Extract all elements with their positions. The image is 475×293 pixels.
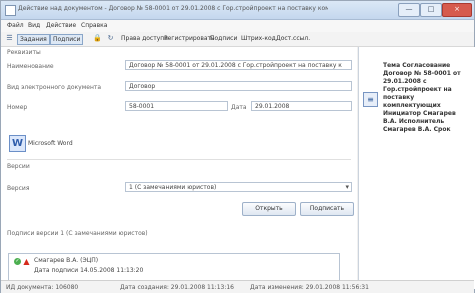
menu-help[interactable]: Справка [81, 22, 107, 29]
doc-type-field[interactable]: Договор [125, 81, 352, 91]
refresh-icon[interactable]: ↻ [106, 34, 115, 43]
check-icon: ✓ [14, 258, 21, 265]
sign-button[interactable]: Подписать [300, 202, 354, 216]
menu-file[interactable]: Файл [7, 22, 24, 29]
menu-icon[interactable]: ☰ [5, 34, 14, 43]
menu-view[interactable]: Вид [28, 22, 40, 29]
open-button[interactable]: Открыть [242, 202, 296, 216]
task-icon: ≡ [363, 92, 378, 107]
lock-icon[interactable]: 🔒 [93, 34, 102, 43]
window-title: Действие над документом - Договор № 58-0… [18, 5, 328, 12]
sign-button-toolbar[interactable]: Подписи [208, 34, 239, 43]
version-value: 1 (С замечаниями юристов) [129, 184, 217, 191]
status-bar: ИД документа: 106080 Дата создания: 29.0… [1, 280, 474, 293]
details-title: Реквизиты [7, 49, 41, 56]
document-form: Реквизиты Наименование Договор № 58-0001… [1, 47, 357, 289]
title-bar: Действие над документом - Договор № 58-0… [1, 1, 474, 20]
date-value: 29.01.2008 [255, 103, 290, 110]
name-field[interactable]: Договор № 58-0001 от 29.01.2008 с Гор.ст… [125, 60, 352, 70]
minimize-button[interactable]: — [398, 3, 420, 17]
doc-type-label: Вид электронного документа [7, 84, 102, 91]
signature-date: Дата подписи 14.05.2008 11:13:20 [34, 267, 144, 274]
chevron-down-icon[interactable]: ▾ [345, 183, 349, 191]
date-label: Дата [231, 104, 247, 111]
send-link-button[interactable]: Дост.ссыл. [274, 34, 312, 43]
doc-type-value: Договор [129, 83, 156, 90]
modified-date: Дата изменения: 29.01.2008 11:56:31 [250, 284, 369, 291]
name-value: Договор № 58-0001 от 29.01.2008 с Гор.ст… [129, 62, 342, 69]
number-label: Номер [7, 104, 28, 111]
barcode-button[interactable]: Штрих-код [239, 34, 278, 43]
name-label: Наименование [7, 63, 54, 70]
attachments-tab[interactable]: Задания [17, 34, 50, 45]
document-window: Действие над документом - Договор № 58-0… [0, 0, 475, 293]
menu-bar: Файл Вид Действие Справка [1, 20, 474, 32]
number-field[interactable]: 58-0001 [125, 101, 228, 111]
menu-action[interactable]: Действие [46, 22, 76, 29]
created-date: Дата создания: 29.01.2008 11:13:16 [120, 284, 234, 291]
signatures-label: Подписи версии 1 (С замечаниями юристов) [7, 230, 148, 237]
doc-id: ИД документа: 106080 [6, 284, 79, 291]
version-label: Версия [7, 185, 30, 192]
close-button[interactable]: × [442, 3, 472, 17]
version-select[interactable]: 1 (С замечаниями юристов) ▾ [125, 182, 352, 192]
signatures-tab[interactable]: Подписи [50, 34, 84, 45]
document-icon [5, 5, 16, 16]
task-summary: Тема Согласование Договор № 58-0001 от 2… [383, 62, 461, 133]
date-field[interactable]: 29.01.2008 [251, 101, 352, 111]
toolbar: ☰ Задания Подписи 🔒 ↻ Права доступа Реги… [1, 32, 474, 47]
warning-icon: ▲ [23, 257, 30, 266]
maximize-button[interactable]: □ [420, 3, 442, 17]
divider [7, 159, 351, 160]
task-panel: ≡ Тема Согласование Договор № 58-0001 от… [358, 47, 475, 289]
word-icon[interactable]: W [9, 135, 26, 152]
number-value: 58-0001 [129, 103, 155, 110]
signature-name[interactable]: Смагарев В.А. (ЭЦП) [34, 257, 98, 264]
versions-title: Версии [7, 163, 30, 170]
file-name[interactable]: Microsoft Word [28, 140, 73, 147]
